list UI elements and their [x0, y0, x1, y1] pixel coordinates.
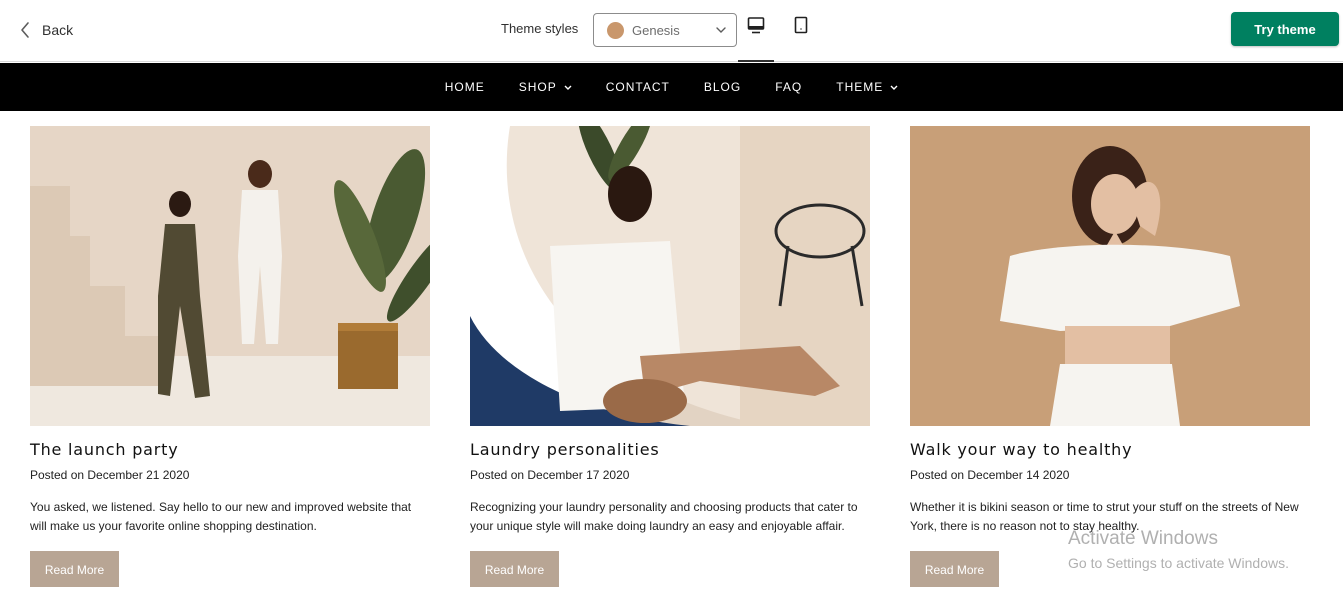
blog-post-title[interactable]: Laundry personalities: [470, 440, 870, 460]
back-label: Back: [42, 22, 74, 38]
nav-item-label: SHOP: [518, 80, 557, 94]
nav-item-label: BLOG: [703, 80, 742, 94]
read-more-button[interactable]: Read More: [470, 551, 559, 587]
nav-item-label: FAQ: [775, 80, 803, 94]
theme-style-select[interactable]: Genesis: [593, 13, 737, 47]
blog-post-image[interactable]: [910, 126, 1310, 426]
mobile-preview-button[interactable]: [784, 16, 818, 50]
blog-post-card: Walk your way to healthy Posted on Decem…: [910, 126, 1310, 587]
back-button[interactable]: Back: [20, 18, 73, 42]
chevron-left-icon: [21, 22, 29, 38]
read-more-button[interactable]: Read More: [30, 551, 119, 587]
mobile-icon: [794, 16, 808, 34]
nav-item-blog[interactable]: BLOG: [704, 80, 741, 94]
chevron-down-icon: [890, 85, 898, 90]
nav-item-shop[interactable]: SHOP: [519, 80, 572, 94]
nav-item-home[interactable]: HOME: [445, 80, 485, 94]
blog-post-date: Posted on December 17 2020: [470, 468, 630, 482]
nav-item-contact[interactable]: CONTACT: [606, 80, 670, 94]
nav-item-label: HOME: [444, 80, 485, 94]
nav-item-theme[interactable]: THEME: [836, 80, 898, 94]
blog-post-excerpt: You asked, we listened. Say hello to our…: [30, 500, 412, 533]
desktop-icon: [747, 17, 765, 34]
chevron-down-icon: [564, 85, 572, 90]
blog-post-card: The launch party Posted on December 21 2…: [30, 126, 430, 587]
blog-post-title[interactable]: The launch party: [30, 440, 430, 460]
blog-post-image[interactable]: [470, 126, 870, 426]
chevron-down-icon: [716, 27, 726, 33]
read-more-button[interactable]: Read More: [910, 551, 999, 587]
store-navigation: HOME SHOP CONTACT BLOG FAQ THEME: [0, 63, 1343, 111]
blog-post-date: Posted on December 21 2020: [30, 468, 190, 482]
try-theme-button[interactable]: Try theme: [1231, 12, 1339, 46]
blog-post-image[interactable]: [30, 126, 430, 426]
blog-post-date: Posted on December 14 2020: [910, 468, 1070, 482]
theme-editor-toolbar: Back Theme styles Genesis Try theme: [0, 0, 1343, 62]
blog-post-excerpt: Whether it is bikini season or time to s…: [910, 500, 1299, 533]
nav-item-faq[interactable]: FAQ: [775, 80, 802, 94]
theme-styles-label: Theme styles: [501, 21, 579, 36]
theme-color-swatch: [607, 21, 624, 39]
blog-post-card: Laundry personalities Posted on December…: [470, 126, 870, 587]
nav-item-label: THEME: [836, 80, 884, 94]
theme-style-value: Genesis: [632, 22, 680, 38]
blog-post-title[interactable]: Walk your way to healthy: [910, 440, 1310, 460]
desktop-preview-button[interactable]: [738, 16, 774, 62]
blog-post-excerpt: Recognizing your laundry personality and…: [470, 500, 858, 533]
nav-item-label: CONTACT: [605, 80, 670, 94]
